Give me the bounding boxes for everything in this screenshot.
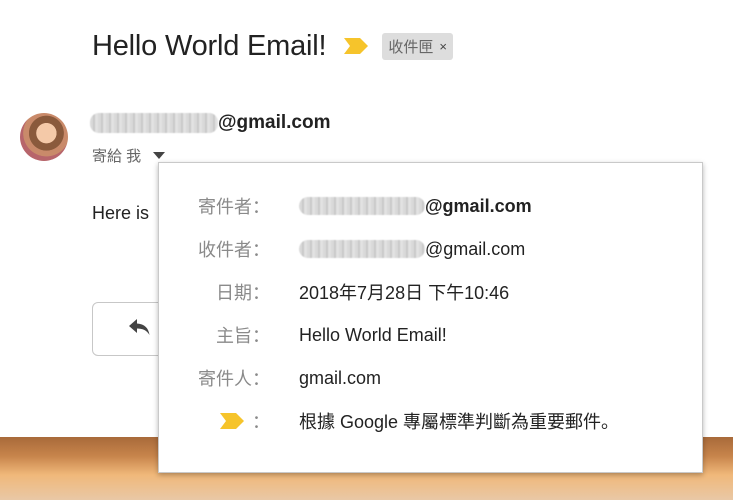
avatar[interactable] <box>20 113 68 161</box>
subject-row: Hello World Email! 收件匣 × <box>92 26 453 66</box>
detail-row-date: 日期： 2018年7月28日 下午10:46 <box>159 279 702 305</box>
importance-label-colon: ： <box>252 412 270 432</box>
sender-address: @gmail.com <box>90 112 331 134</box>
detail-value-to: @gmail.com <box>299 239 525 260</box>
detail-label-importance: ： <box>220 408 270 434</box>
email-view: Hello World Email! 收件匣 × @gmail.com 寄給 我… <box>0 0 733 500</box>
close-icon[interactable]: × <box>439 39 447 54</box>
label-chip-inbox: 收件匣 × <box>382 32 453 60</box>
message-details-popup: 寄件者： @gmail.com 收件者： @gmail.com 日期： 2018… <box>158 162 703 473</box>
redacted-username <box>299 240 425 258</box>
reply-arrow-icon <box>127 317 151 342</box>
detail-row-to: 收件者： @gmail.com <box>159 236 702 262</box>
sender-email-suffix: @gmail.com <box>218 112 331 133</box>
caret-down-icon[interactable] <box>153 152 166 159</box>
recipient-text: 寄給 我 <box>92 148 142 165</box>
detail-row-subject: 主旨： Hello World Email! <box>159 322 702 348</box>
detail-row-mailed-by: 寄件人： gmail.com <box>159 365 702 391</box>
detail-value-from: @gmail.com <box>299 196 532 217</box>
label-chip-text: 收件匣 <box>388 38 434 56</box>
detail-label-to: 收件者： <box>198 240 270 260</box>
redacted-username <box>90 113 218 133</box>
to-email-suffix: @gmail.com <box>425 238 526 259</box>
detail-value-subject: Hello World Email! <box>299 324 447 345</box>
detail-label-from: 寄件者： <box>198 197 270 217</box>
recipient-line: 寄給 我 <box>92 145 166 166</box>
detail-label-mailed-by: 寄件人： <box>198 369 270 389</box>
detail-row-importance: ： 根據 Google 專屬標準判斷為重要郵件。 <box>159 408 702 434</box>
detail-label-date: 日期： <box>216 283 270 303</box>
redacted-username <box>299 197 425 215</box>
from-email-suffix: @gmail.com <box>425 195 532 216</box>
detail-row-from: 寄件者： @gmail.com <box>159 193 702 219</box>
email-subject: Hello World Email! <box>92 29 327 62</box>
detail-value-date: 2018年7月28日 下午10:46 <box>299 283 510 303</box>
detail-value-importance: 根據 Google 專屬標準判斷為重要郵件。 <box>299 412 620 432</box>
importance-marker-icon[interactable] <box>344 38 369 54</box>
importance-marker-icon <box>220 413 244 429</box>
email-body-preview: Here is <box>92 203 150 223</box>
detail-value-mailed-by: gmail.com <box>299 367 382 388</box>
detail-label-subject: 主旨： <box>216 326 270 346</box>
